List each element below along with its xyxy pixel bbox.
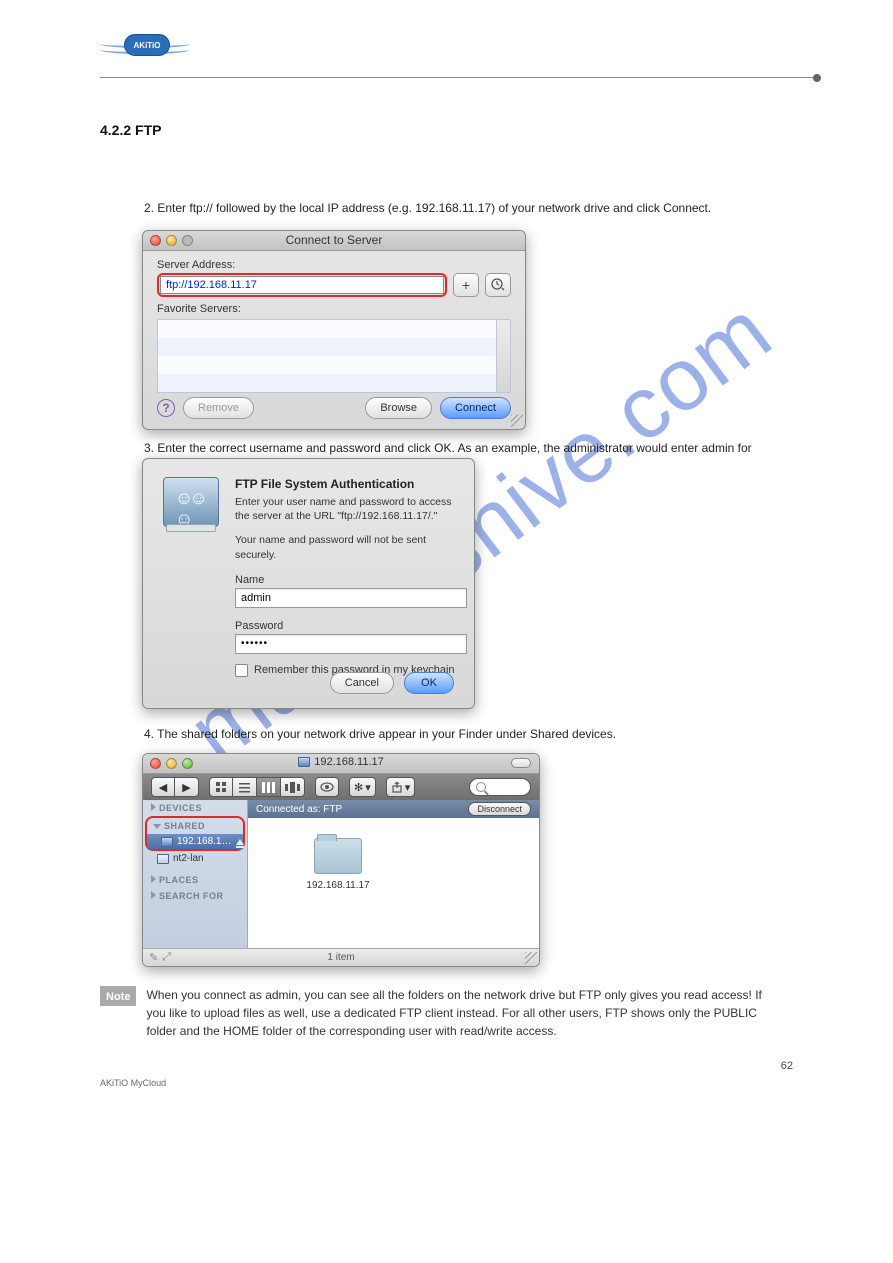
action-menu-button[interactable]: ✻▾ bbox=[349, 777, 376, 797]
history-button[interactable] bbox=[485, 273, 511, 297]
dialog-title: Connect to Server bbox=[143, 233, 525, 247]
password-input[interactable] bbox=[235, 634, 467, 654]
sidebar-places-header[interactable]: PLACES bbox=[143, 872, 247, 888]
status-item-count: 1 item bbox=[143, 952, 539, 963]
finder-window: 192.168.11.17 ◀ ▶ bbox=[142, 753, 540, 967]
folder-label: 192.168.11.17 bbox=[298, 880, 378, 891]
remember-checkbox[interactable] bbox=[235, 664, 248, 677]
step-2-text: 2. Enter ftp:// followed by the local IP… bbox=[144, 200, 773, 217]
server-address-input[interactable] bbox=[160, 276, 444, 294]
disconnect-button[interactable]: Disconnect bbox=[468, 802, 531, 816]
server-icon: ☺☺☺ bbox=[163, 477, 219, 527]
connect-button[interactable]: Connect bbox=[440, 397, 511, 419]
dialog-titlebar: Connect to Server bbox=[143, 231, 525, 251]
page-number: 62 bbox=[781, 1060, 793, 1072]
sidebar-shared-highlight: SHARED 192.168.1… bbox=[145, 816, 245, 851]
connection-bar: Connected as: FTP Disconnect bbox=[248, 800, 539, 818]
favorite-servers-label: Favorite Servers: bbox=[157, 303, 511, 315]
finder-titlebar: 192.168.11.17 bbox=[143, 754, 539, 774]
cancel-button[interactable]: Cancel bbox=[330, 672, 394, 694]
page-header: AKiTiO bbox=[0, 28, 893, 78]
eye-icon bbox=[320, 782, 334, 792]
finder-toolbar: ◀ ▶ ✻▾ bbox=[143, 774, 539, 800]
server-address-label: Server Address: bbox=[157, 259, 511, 271]
browse-button[interactable]: Browse bbox=[365, 397, 432, 419]
connected-as-label: Connected as: FTP bbox=[256, 804, 342, 815]
connect-to-server-dialog: Connect to Server Server Address: + Favo… bbox=[142, 230, 526, 430]
sidebar-item-nt2lan[interactable]: nt2-lan bbox=[143, 851, 247, 866]
brand-logo: AKiTiO bbox=[100, 28, 190, 64]
footer-text: AKiTiO MyCloud bbox=[100, 1078, 166, 1088]
name-input[interactable] bbox=[235, 588, 467, 608]
section-heading: 4.2.2 FTP bbox=[100, 122, 773, 138]
resize-grip-icon[interactable] bbox=[511, 415, 523, 427]
view-coverflow-button[interactable] bbox=[281, 777, 305, 797]
name-label: Name bbox=[235, 574, 467, 586]
sidebar-shared-header[interactable]: SHARED bbox=[147, 818, 243, 834]
column-view-icon bbox=[262, 782, 275, 793]
icon-view-icon bbox=[216, 782, 227, 793]
brand-logo-text: AKiTiO bbox=[124, 34, 170, 56]
finder-title: 192.168.11.17 bbox=[314, 756, 384, 768]
coverflow-view-icon bbox=[285, 782, 300, 793]
sidebar-searchfor-header[interactable]: SEARCH FOR bbox=[143, 888, 247, 904]
resize-grip-icon[interactable] bbox=[525, 952, 537, 964]
toolbar-toggle-button[interactable] bbox=[511, 758, 531, 768]
note-tag: Note bbox=[100, 986, 136, 1006]
search-input[interactable] bbox=[469, 778, 531, 796]
finder-content-area[interactable]: 192.168.11.17 bbox=[248, 818, 539, 948]
note-body: When you connect as admin, you can see a… bbox=[146, 986, 773, 1040]
remove-button[interactable]: Remove bbox=[183, 397, 254, 419]
sidebar-item-label: nt2-lan bbox=[173, 853, 204, 864]
folder-icon bbox=[314, 838, 362, 874]
clock-icon bbox=[491, 278, 505, 292]
nav-forward-button[interactable]: ▶ bbox=[175, 777, 199, 797]
auth-dialog-title: FTP File System Authentication bbox=[235, 477, 467, 491]
ftp-auth-dialog: ☺☺☺ FTP File System Authentication Enter… bbox=[142, 458, 475, 709]
ok-button[interactable]: OK bbox=[404, 672, 454, 694]
quicklook-button[interactable] bbox=[315, 777, 339, 797]
auth-line-2: Your name and password will not be sent … bbox=[235, 533, 467, 561]
password-label: Password bbox=[235, 620, 467, 632]
finder-sidebar: DEVICES SHARED 192.168.1… nt2-lan PLACES… bbox=[143, 800, 248, 948]
server-drive-icon bbox=[161, 837, 173, 847]
nav-back-button[interactable]: ◀ bbox=[151, 777, 175, 797]
view-columns-button[interactable] bbox=[257, 777, 281, 797]
view-icons-button[interactable] bbox=[209, 777, 233, 797]
auth-line-1: Enter your user name and password to acc… bbox=[235, 495, 467, 523]
share-icon bbox=[391, 782, 403, 793]
sidebar-devices-header[interactable]: DEVICES bbox=[143, 800, 247, 816]
step-4-text: 4. The shared folders on your network dr… bbox=[144, 726, 773, 743]
server-address-highlight bbox=[157, 273, 447, 297]
note-box: Note When you connect as admin, you can … bbox=[100, 986, 773, 1040]
help-button[interactable]: ? bbox=[157, 399, 175, 417]
add-favorite-button[interactable]: + bbox=[453, 273, 479, 297]
eject-icon[interactable] bbox=[236, 839, 244, 845]
sidebar-item-label: 192.168.1… bbox=[177, 836, 232, 847]
server-drive-icon bbox=[298, 757, 310, 767]
finder-status-bar: ✎ ⤢ 1 item bbox=[143, 948, 539, 966]
sidebar-item-selected-server[interactable]: 192.168.1… bbox=[147, 834, 243, 849]
header-divider bbox=[100, 77, 817, 78]
folder-item[interactable]: 192.168.11.17 bbox=[298, 838, 378, 891]
favorite-servers-list[interactable] bbox=[157, 319, 511, 393]
server-drive-icon bbox=[157, 854, 169, 864]
view-list-button[interactable] bbox=[233, 777, 257, 797]
share-menu-button[interactable]: ▾ bbox=[386, 777, 416, 797]
gear-icon: ✻ bbox=[354, 781, 363, 794]
list-view-icon bbox=[239, 782, 250, 793]
search-icon bbox=[476, 782, 486, 792]
scrollbar[interactable] bbox=[496, 320, 510, 392]
